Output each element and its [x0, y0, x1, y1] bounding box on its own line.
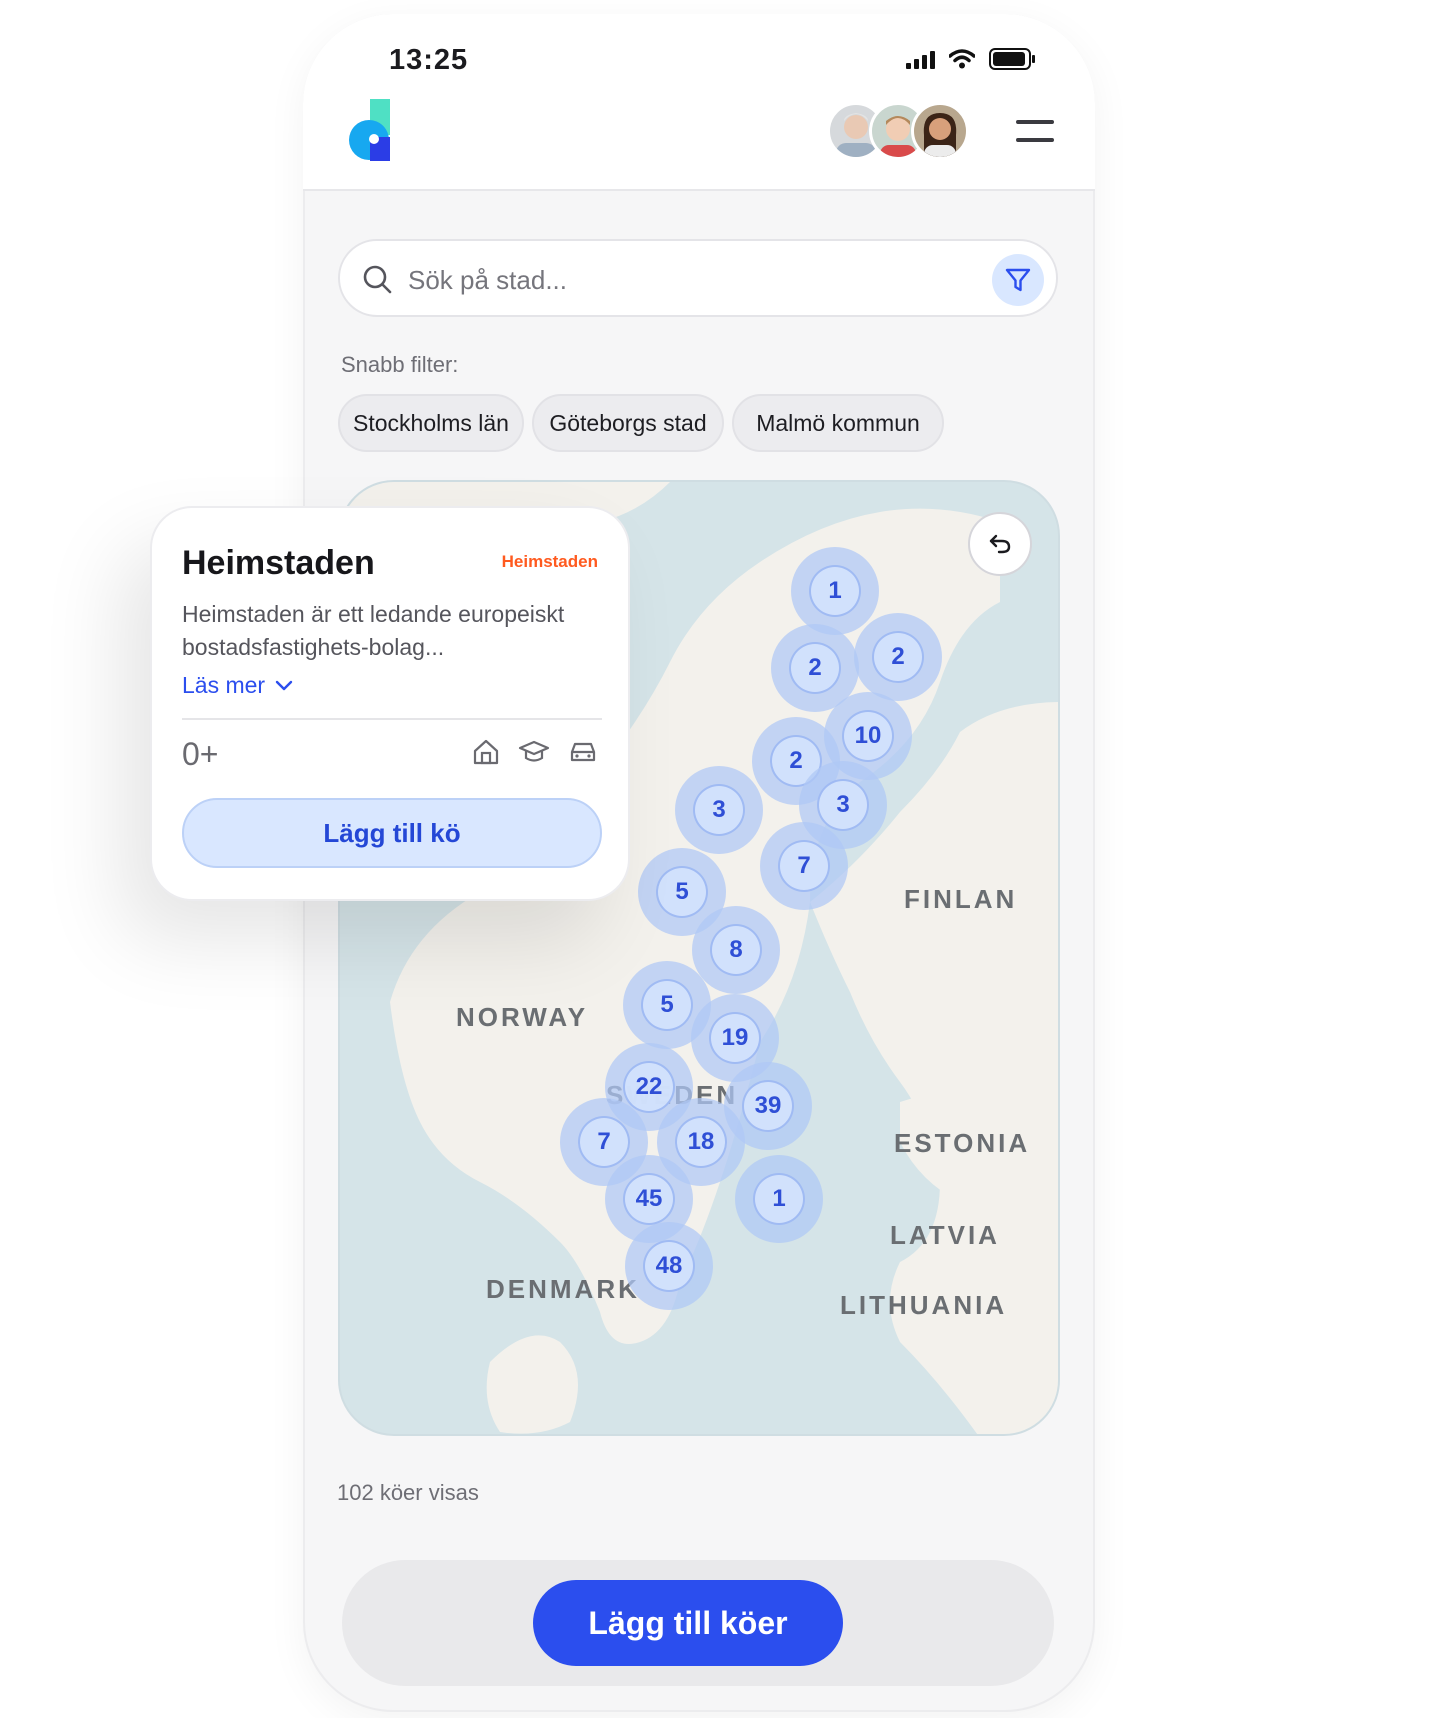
cluster-count: 1	[809, 565, 861, 617]
map-cluster[interactable]: 2	[854, 613, 942, 701]
graduation-cap-icon	[518, 740, 550, 762]
app-header: 13:25	[303, 14, 1095, 191]
cluster-count: 48	[643, 1240, 695, 1292]
add-queues-button[interactable]: Lägg till köer	[533, 1580, 843, 1666]
cluster-count: 7	[778, 840, 830, 892]
map-cluster[interactable]: 7	[760, 822, 848, 910]
add-queue-button[interactable]: Lägg till kö	[182, 798, 602, 868]
quick-filter-chip[interactable]: Göteborgs stad	[532, 394, 724, 452]
app-logo	[349, 99, 390, 161]
country-label: LATVIA	[890, 1220, 1000, 1250]
country-label: LITHUANIA	[840, 1290, 1008, 1320]
read-more-label: Läs mer	[182, 672, 266, 698]
battery-icon	[989, 48, 1035, 70]
cluster-count: 18	[675, 1116, 727, 1168]
housing-type-icons	[472, 738, 598, 766]
map-cluster[interactable]: 1	[791, 547, 879, 635]
company-logo: Heimstaden	[501, 552, 598, 571]
menu-icon[interactable]	[1016, 120, 1054, 146]
quick-filter-chip[interactable]: Stockholms län	[338, 394, 524, 452]
age-requirement: 0+	[182, 736, 219, 772]
signal-icon	[906, 49, 935, 69]
search-input[interactable]: Sök på stad...	[408, 265, 567, 296]
wifi-icon	[949, 49, 975, 69]
avatar[interactable]	[911, 102, 969, 160]
bottom-action-bar: Lägg till köer	[342, 1560, 1054, 1686]
cluster-count: 1	[753, 1173, 805, 1225]
queue-count-text: 102 köer visas	[337, 1480, 479, 1505]
company-card: Heimstaden Heimstaden Heimstaden är ett …	[150, 506, 630, 901]
house-icon	[473, 739, 499, 765]
filter-button[interactable]	[992, 254, 1044, 306]
cluster-count: 3	[693, 784, 745, 836]
cluster-count: 2	[872, 631, 924, 683]
cluster-count: 7	[578, 1116, 630, 1168]
cluster-count: 45	[623, 1173, 675, 1225]
quick-filter-label: Snabb filter:	[341, 352, 459, 377]
cluster-count: 22	[623, 1061, 675, 1113]
country-label: FINLAN	[904, 884, 1018, 914]
map-cluster[interactable]: 3	[675, 766, 763, 854]
cluster-count: 8	[710, 924, 762, 976]
read-more-link[interactable]: Läs mer	[182, 672, 293, 699]
quick-filter-chip[interactable]: Malmö kommun	[732, 394, 944, 452]
cluster-count: 19	[709, 1012, 761, 1064]
country-label: ESTONIA	[894, 1128, 1031, 1158]
cluster-count: 39	[742, 1080, 794, 1132]
cluster-count: 5	[656, 866, 708, 918]
status-time: 13:25	[389, 44, 469, 76]
search-icon	[363, 265, 392, 294]
filter-icon	[1005, 268, 1031, 292]
chevron-down-icon	[275, 680, 293, 690]
divider	[182, 718, 602, 720]
search-bar[interactable]: Sök på stad...	[338, 239, 1058, 317]
cluster-count: 5	[641, 979, 693, 1031]
country-label: NORWAY	[456, 1002, 589, 1032]
country-label: DENMARK	[486, 1274, 640, 1304]
undo-icon	[989, 534, 1011, 554]
map-cluster[interactable]: 1	[735, 1155, 823, 1243]
car-icon	[570, 742, 596, 762]
map-cluster[interactable]: 8	[692, 906, 780, 994]
company-title: Heimstaden	[182, 544, 375, 582]
map-reset-button[interactable]	[968, 512, 1032, 576]
cluster-count: 2	[789, 642, 841, 694]
map-cluster[interactable]: 48	[625, 1222, 713, 1310]
cluster-count: 10	[842, 710, 894, 762]
status-icons	[906, 48, 1035, 70]
company-description: Heimstaden är ett ledande europeiskt bos…	[182, 601, 565, 660]
cluster-count: 3	[817, 779, 869, 831]
